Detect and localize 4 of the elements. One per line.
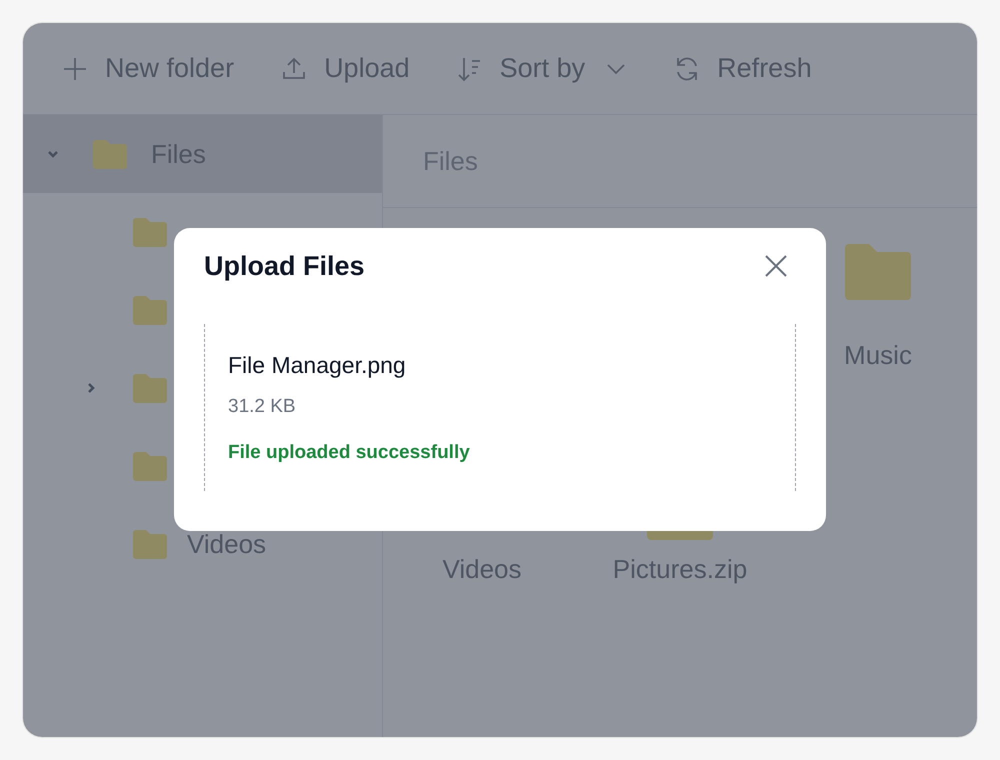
file-size: 31.2 KB [228, 394, 297, 419]
file-name: File Manager.png [228, 351, 407, 380]
upload-status: File uploaded successfully [228, 441, 471, 466]
dialog-title: Upload Files [204, 250, 365, 282]
